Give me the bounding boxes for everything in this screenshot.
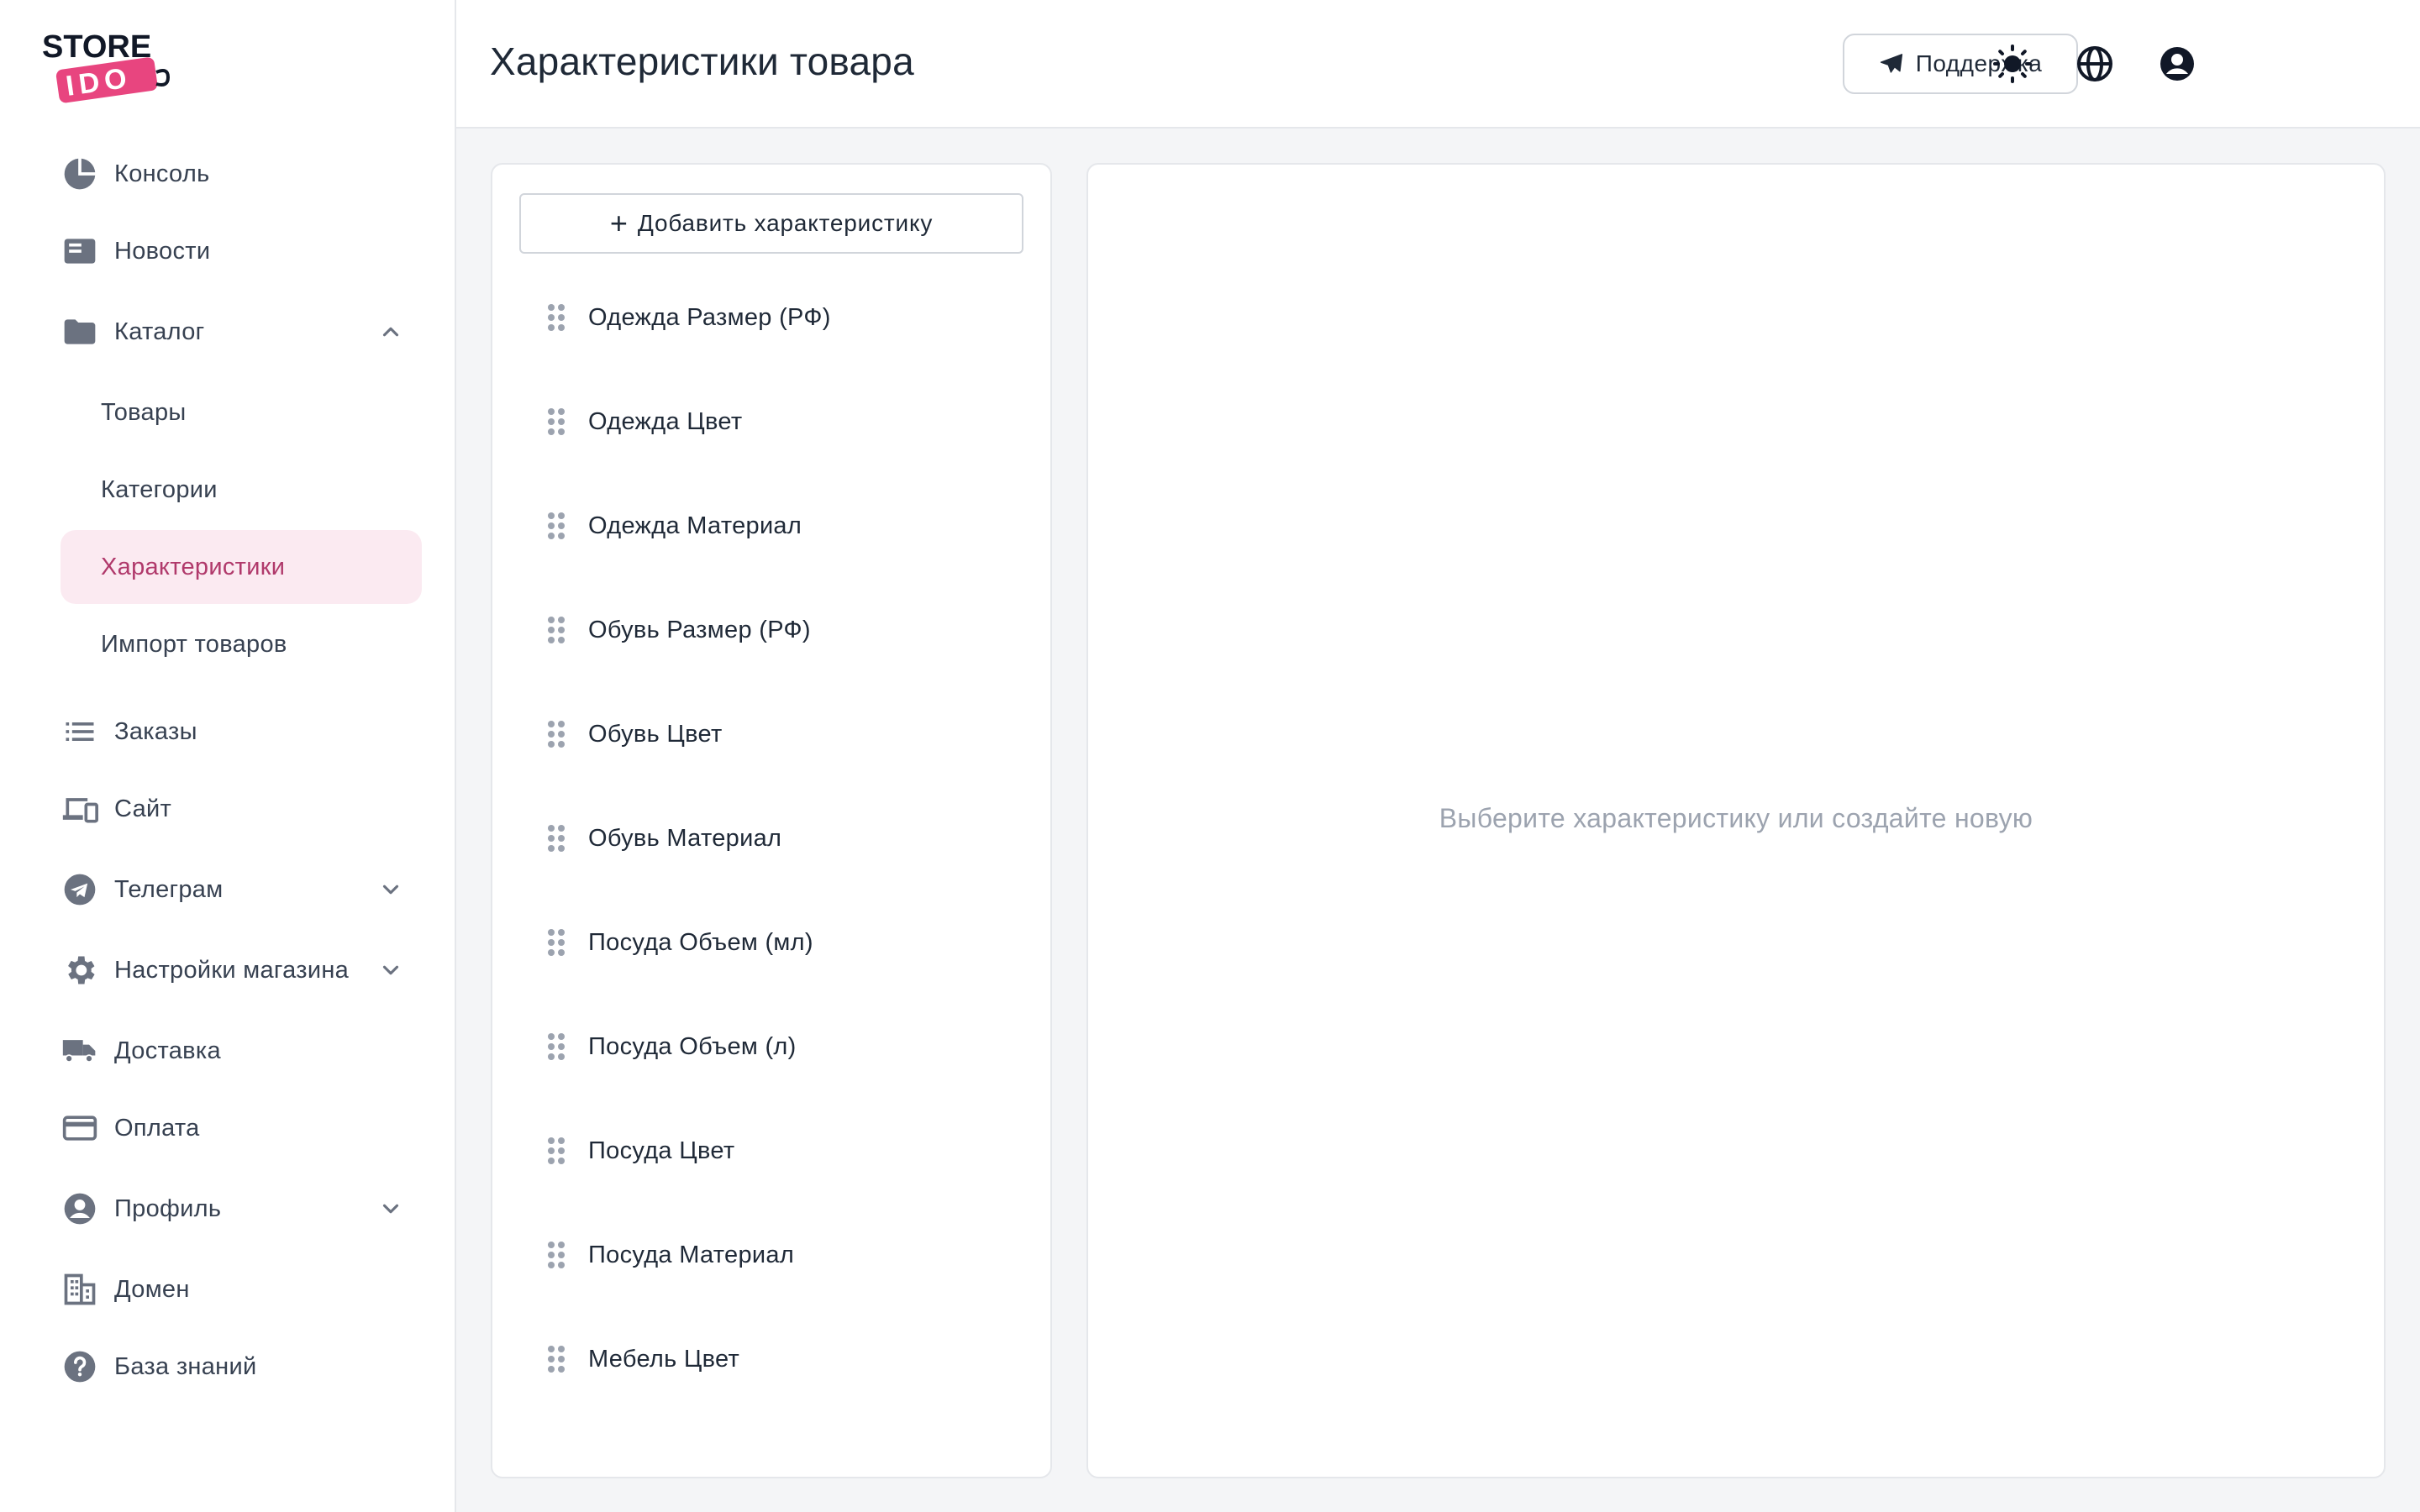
drag-handle-icon[interactable]: [546, 511, 566, 541]
chevron-up-icon: [378, 319, 403, 344]
list-item-label: Обувь Материал: [588, 824, 782, 852]
theme-toggle-button[interactable]: [1991, 42, 2034, 86]
list-item-label: Одежда Цвет: [588, 407, 743, 435]
sidebar-item-label: База знаний: [114, 1352, 257, 1380]
user-circle-icon: [2160, 47, 2194, 81]
drag-handle-icon[interactable]: [546, 927, 566, 958]
list-item-label: Обувь Цвет: [588, 720, 723, 748]
sidebar-item-label: Консоль: [114, 160, 210, 187]
list-item[interactable]: Обувь Материал: [518, 796, 1022, 880]
list-item-label: Посуда Объем (мл): [588, 928, 813, 956]
sidebar-item-profile[interactable]: Профиль: [60, 1172, 422, 1246]
sidebar-item-label: Оплата: [114, 1114, 200, 1142]
list-item[interactable]: Одежда Материал: [518, 484, 1022, 568]
truck-icon: [60, 1032, 99, 1070]
account-button[interactable]: [2155, 42, 2199, 86]
drag-handle-icon[interactable]: [546, 615, 566, 645]
sidebar-item-knowledge-base[interactable]: База знаний: [60, 1330, 422, 1404]
chevron-down-icon: [378, 958, 403, 983]
list-item-label: Одежда Материал: [588, 512, 802, 539]
empty-state-message: Выберите характеристику или создайте нов…: [1439, 803, 2033, 833]
drag-handle-icon[interactable]: [546, 407, 566, 437]
telegram-icon: [60, 870, 99, 909]
list-item-label: Посуда Объем (л): [588, 1032, 797, 1060]
sun-icon: [1993, 45, 2032, 83]
sidebar-item-label: Телеграм: [114, 875, 224, 903]
list-item[interactable]: Посуда Цвет: [518, 1109, 1022, 1193]
sidebar: STORE IDO Консоль Новости Каталог Товары…: [0, 0, 456, 1512]
devices-icon: [60, 790, 99, 828]
list-item[interactable]: Одежда Цвет: [518, 380, 1022, 464]
add-characteristic-label: Добавить характеристику: [637, 210, 934, 236]
sidebar-item-store-settings[interactable]: Настройки магазина: [60, 933, 422, 1007]
support-button[interactable]: Поддержка: [1843, 34, 2078, 94]
list-item[interactable]: Посуда Объем (мл): [518, 900, 1022, 984]
characteristics-list-panel: + Добавить характеристику Одежда Размер …: [491, 163, 1052, 1478]
folder-icon: [60, 312, 99, 351]
chart-pie-icon: [60, 155, 99, 193]
drag-handle-icon[interactable]: [546, 1344, 566, 1374]
sidebar-item-label: Каталог: [114, 318, 205, 345]
sidebar-item-delivery[interactable]: Доставка: [60, 1014, 422, 1088]
sidebar-item-news[interactable]: Новости: [60, 214, 422, 288]
gear-icon: [60, 951, 99, 990]
drag-handle-icon[interactable]: [546, 823, 566, 853]
drag-handle-icon[interactable]: [546, 1032, 566, 1062]
sidebar-item-orders[interactable]: Заказы: [60, 695, 422, 769]
list-item-label: Обувь Размер (РФ): [588, 616, 811, 643]
top-header: Характеристики товара Поддержка: [456, 0, 2420, 129]
sidebar-subitem-label: Товары: [101, 398, 187, 426]
sidebar-item-label: Сайт: [114, 795, 172, 822]
globe-icon: [2077, 46, 2112, 81]
paper-plane-icon: [1880, 54, 1902, 73]
list-item[interactable]: Обувь Размер (РФ): [518, 588, 1022, 672]
sidebar-item-catalog[interactable]: Каталог: [60, 295, 422, 369]
sidebar-item-label: Новости: [114, 237, 211, 265]
sidebar-item-telegram[interactable]: Телеграм: [60, 853, 422, 927]
sidebar-subitem-import-products[interactable]: Импорт товаров: [60, 607, 422, 681]
drag-handle-icon[interactable]: [546, 1240, 566, 1270]
list-item-label: Мебель Цвет: [588, 1345, 740, 1373]
list-item-label: Посуда Материал: [588, 1241, 795, 1268]
drag-handle-icon[interactable]: [546, 719, 566, 749]
store-logo[interactable]: STORE IDO: [40, 29, 175, 106]
sidebar-item-domain[interactable]: Домен: [60, 1252, 422, 1326]
list-item[interactable]: Одежда Размер (РФ): [518, 276, 1022, 360]
sidebar-subitem-label: Характеристики: [101, 553, 286, 580]
sidebar-item-label: Профиль: [114, 1194, 222, 1222]
sidebar-subitem-label: Категории: [101, 475, 218, 503]
list-item-label: Одежда Размер (РФ): [588, 303, 831, 331]
sidebar-item-payment[interactable]: Оплата: [60, 1091, 422, 1165]
language-button[interactable]: [2073, 42, 2117, 86]
help-circle-icon: [60, 1347, 99, 1386]
sidebar-item-label: Заказы: [114, 717, 197, 745]
sidebar-subitem-characteristics[interactable]: Характеристики: [60, 530, 422, 604]
characteristic-detail-panel: Выберите характеристику или создайте нов…: [1086, 163, 2386, 1478]
add-characteristic-button[interactable]: + Добавить характеристику: [519, 193, 1023, 254]
page-title: Характеристики товара: [490, 39, 914, 83]
building-icon: [60, 1270, 99, 1309]
sidebar-item-console[interactable]: Консоль: [60, 137, 422, 211]
list-item[interactable]: Посуда Материал: [518, 1213, 1022, 1297]
drag-handle-icon[interactable]: [546, 302, 566, 333]
sidebar-item-label: Доставка: [114, 1037, 221, 1064]
list-item[interactable]: Мебель Цвет: [518, 1317, 1022, 1401]
plus-icon: +: [609, 206, 628, 240]
sidebar-item-site[interactable]: Сайт: [60, 772, 422, 846]
sidebar-item-label: Настройки магазина: [114, 956, 350, 984]
list-icon: [60, 712, 99, 751]
credit-card-icon: [60, 1109, 99, 1147]
chevron-down-icon: [378, 877, 403, 902]
drag-handle-icon[interactable]: [546, 1136, 566, 1166]
newspaper-icon: [60, 232, 99, 270]
sidebar-item-label: Домен: [114, 1275, 190, 1303]
sidebar-subitem-categories[interactable]: Категории: [60, 453, 422, 527]
chevron-down-icon: [378, 1196, 403, 1221]
sidebar-subitem-products[interactable]: Товары: [60, 375, 422, 449]
list-item[interactable]: Посуда Объем (л): [518, 1005, 1022, 1089]
list-item-label: Посуда Цвет: [588, 1137, 735, 1164]
sidebar-subitem-label: Импорт товаров: [101, 630, 287, 658]
user-circle-icon: [60, 1189, 99, 1228]
list-item[interactable]: Обувь Цвет: [518, 692, 1022, 776]
